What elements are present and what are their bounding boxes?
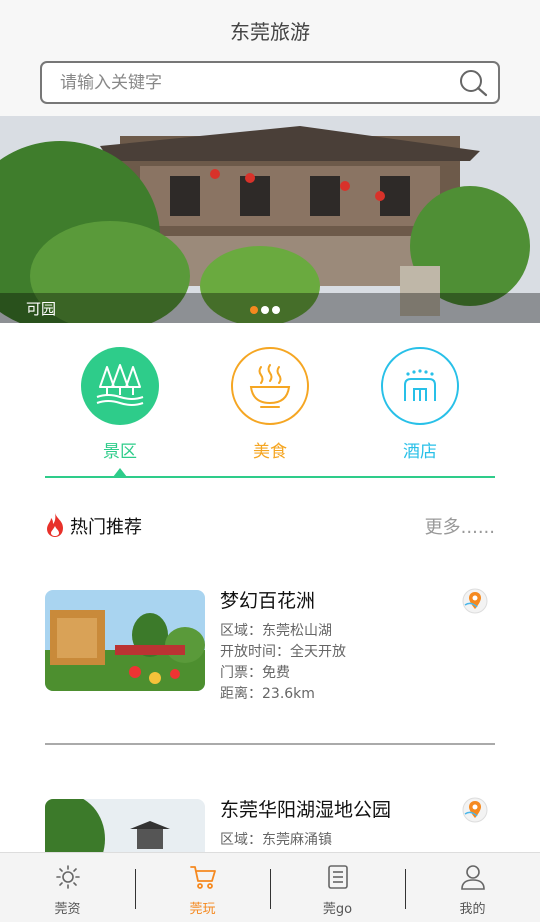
banner-carousel[interactable]: 可园 [0, 116, 540, 323]
carousel-dot[interactable] [250, 306, 258, 314]
category-scenic[interactable]: 景区 [70, 347, 170, 462]
carousel-dot[interactable] [272, 306, 280, 314]
list-divider [45, 743, 495, 745]
fire-icon [47, 513, 63, 537]
user-icon [460, 865, 485, 890]
category-label: 景区 [103, 442, 137, 462]
section-title: 热门推荐 [70, 517, 142, 538]
section-header: 热门推荐 更多...... [45, 512, 495, 540]
tab-label: 莞资 [54, 902, 81, 917]
list-icon [327, 865, 348, 889]
category-label: 美食 [253, 442, 287, 462]
search-input[interactable] [60, 70, 440, 96]
tab-label: 莞go [322, 902, 353, 917]
item-name[interactable]: 梦幻百花洲 [220, 586, 315, 613]
item-thumbnail[interactable] [45, 590, 205, 691]
list-item[interactable]: 梦幻百花洲 区域：东莞松山湖 开放时间：全天开放 门票：免费 距离：23.6km [45, 587, 495, 702]
location-pin-icon[interactable] [461, 796, 489, 824]
banner-image[interactable] [0, 116, 540, 323]
tab-label: 莞玩 [189, 902, 216, 917]
banner-caption: 可园 [26, 300, 57, 318]
item-ticket: 门票：免费 [220, 665, 290, 681]
category-tabs: 景区 美食 酒店 [0, 323, 540, 483]
tab-label: 我的 [459, 902, 486, 917]
category-hotel[interactable]: 酒店 [370, 347, 470, 462]
carousel-dot[interactable] [261, 306, 269, 314]
tab-go[interactable]: 莞go [270, 863, 405, 917]
sun-icon [55, 865, 80, 889]
item-name[interactable]: 东莞华阳湖湿地公园 [220, 795, 391, 822]
tab-me[interactable]: 我的 [405, 863, 540, 917]
food-bowl-icon [231, 347, 309, 425]
cart-icon [189, 866, 216, 889]
location-pin-icon[interactable] [461, 587, 489, 615]
page-title: 东莞旅游 [230, 20, 310, 44]
item-hours: 开放时间：全天开放 [220, 644, 346, 660]
category-label: 酒店 [403, 442, 437, 462]
category-underline [45, 476, 495, 478]
carousel-dots [250, 306, 280, 314]
tab-news[interactable]: 莞资 [0, 863, 135, 917]
item-region: 区域：东莞松山湖 [220, 623, 332, 639]
search-bar[interactable] [40, 61, 500, 104]
tab-play[interactable]: 莞玩 [135, 863, 270, 917]
search-icon[interactable] [458, 69, 488, 97]
bottom-tab-bar: 莞资 莞玩 莞go 我的 [0, 852, 540, 922]
category-food[interactable]: 美食 [220, 347, 320, 462]
item-distance: 距离：23.6km [220, 686, 315, 702]
item-region: 区域：东莞麻涌镇 [220, 832, 332, 848]
more-link[interactable]: 更多...... [425, 513, 495, 539]
hotel-building-icon [381, 347, 459, 425]
trees-icon [81, 347, 159, 425]
app-header: 东莞旅游 [0, 0, 540, 116]
